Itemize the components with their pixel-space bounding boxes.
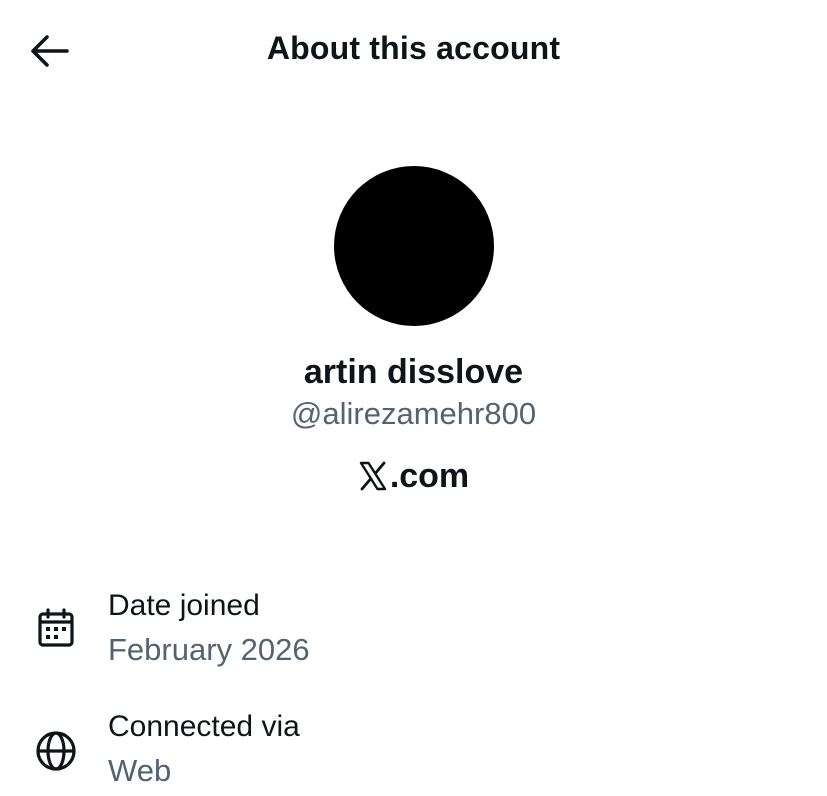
avatar[interactable] xyxy=(333,166,494,326)
calendar-icon xyxy=(34,606,78,650)
globe-icon xyxy=(34,729,78,773)
connected-via-row: Connected via Web xyxy=(0,706,827,796)
profile-section: artin disslove @alirezamehr800 .com xyxy=(0,166,827,496)
page-title: About this account xyxy=(266,30,561,66)
date-joined-value: February 2026 xyxy=(108,632,310,667)
connected-via-value: Web xyxy=(108,753,172,788)
platform-label: .com xyxy=(358,456,469,496)
account-handle: @alirezamehr800 xyxy=(290,396,537,431)
connected-via-label: Connected via xyxy=(108,710,300,743)
display-name: artin disslove xyxy=(303,353,524,391)
x-logo-icon xyxy=(359,461,387,491)
platform-domain: .com xyxy=(389,457,470,495)
date-joined-row: Date joined February 2026 xyxy=(0,586,827,676)
date-joined-label: Date joined xyxy=(108,589,260,622)
header-bar: About this account xyxy=(0,0,827,104)
